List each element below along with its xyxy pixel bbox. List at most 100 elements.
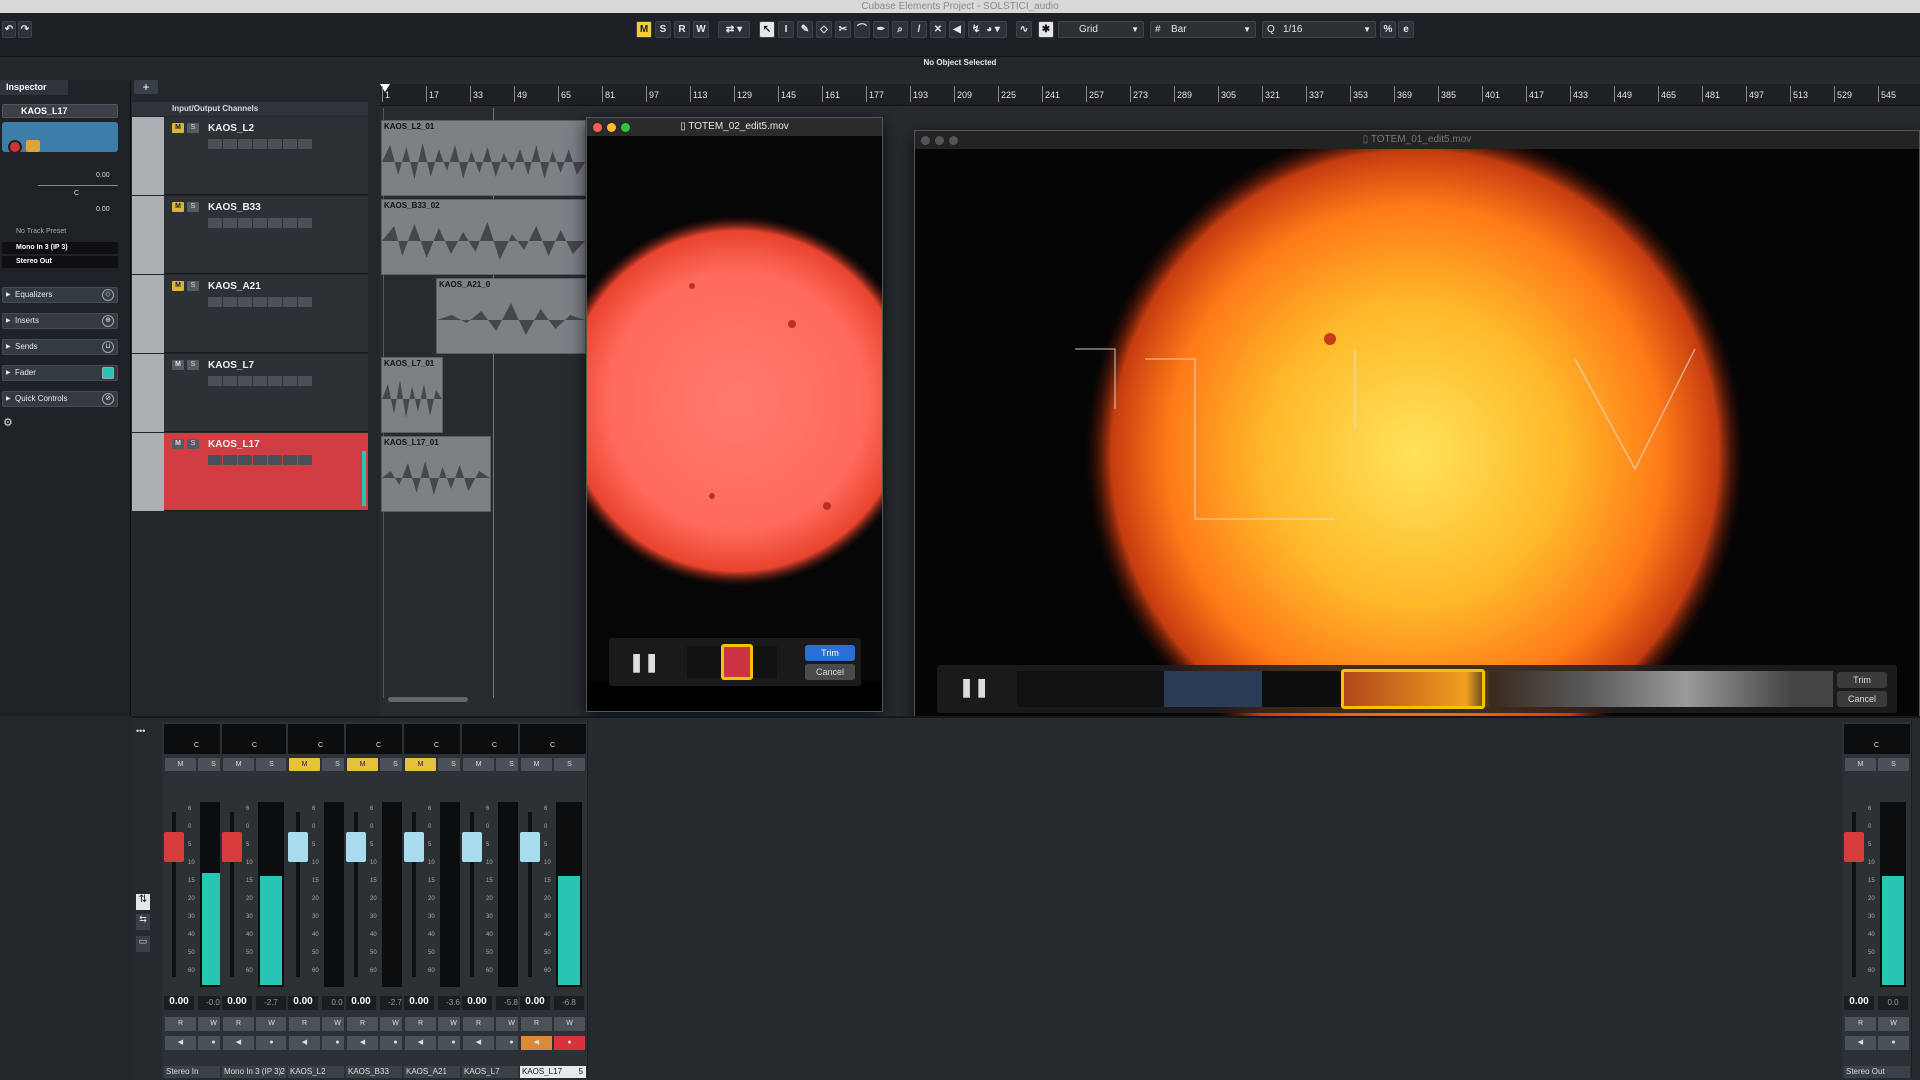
fader-value[interactable]: 0.00 bbox=[346, 996, 376, 1010]
monitor-button[interactable]: ◀ bbox=[463, 1036, 494, 1050]
track-buttons[interactable] bbox=[208, 376, 356, 386]
channel-write-button[interactable]: W bbox=[554, 1017, 585, 1031]
horizontal-scrollbar[interactable] bbox=[388, 697, 468, 702]
channel-solo-button[interactable]: S bbox=[256, 758, 287, 771]
output-routing[interactable]: Stereo Out bbox=[2, 256, 118, 268]
fader-value[interactable]: 0.00 bbox=[222, 996, 252, 1010]
channel-solo-button[interactable]: S bbox=[1878, 758, 1909, 771]
cancel-button[interactable]: Cancel bbox=[1837, 691, 1887, 707]
monitor-button[interactable]: ◀ bbox=[289, 1036, 320, 1050]
mixer-meter-icon[interactable]: ▭ bbox=[136, 936, 150, 952]
pan-control[interactable]: C bbox=[222, 724, 288, 754]
audio-clip[interactable]: KAOS_L17_01 bbox=[381, 436, 491, 512]
fader-value[interactable]: 0.00 bbox=[462, 996, 492, 1010]
quantize-settings-icon[interactable]: e bbox=[1398, 21, 1414, 38]
zoom-icon[interactable] bbox=[949, 136, 958, 145]
monitor-button[interactable]: ◀ bbox=[521, 1036, 552, 1050]
channel-mute-button[interactable]: M bbox=[521, 758, 552, 771]
track-mute-button[interactable]: M bbox=[172, 360, 184, 370]
erase-tool-icon[interactable]: ◇ bbox=[816, 21, 832, 38]
pause-icon[interactable]: ❚❚ bbox=[629, 652, 659, 673]
track-mute-button[interactable]: M bbox=[172, 202, 184, 212]
audio-clip[interactable]: KAOS_L2_01 bbox=[381, 120, 586, 196]
track-solo-button[interactable]: S bbox=[187, 281, 199, 291]
cancel-button[interactable]: Cancel bbox=[805, 664, 855, 680]
channel-read-button[interactable]: R bbox=[223, 1017, 254, 1031]
redo-icon[interactable]: ↷ bbox=[18, 21, 32, 38]
color-tool-icon[interactable]: ◕ ▾ bbox=[979, 21, 1007, 38]
track-row[interactable]: MS KAOS_L7 bbox=[132, 354, 368, 432]
fader-handle[interactable] bbox=[164, 832, 184, 862]
zoom-icon[interactable] bbox=[621, 123, 630, 132]
video-title-bar[interactable]: ▯ TOTEM_02_edit5.mov bbox=[587, 118, 882, 136]
channel-mute-button[interactable]: M bbox=[223, 758, 254, 771]
trim-button[interactable]: Trim bbox=[805, 645, 855, 661]
inspector-track-name[interactable]: KAOS_L17 bbox=[2, 104, 118, 118]
settings-gear-icon[interactable]: ⚙ bbox=[3, 416, 13, 429]
track-buttons[interactable] bbox=[208, 455, 356, 465]
autoscroll-icon[interactable]: ⇄ ▾ bbox=[718, 21, 750, 38]
track-row[interactable]: MS KAOS_B33 bbox=[132, 196, 368, 274]
channel-name[interactable]: Stereo Out bbox=[1844, 1066, 1910, 1078]
solo-button[interactable]: S bbox=[655, 21, 671, 38]
mixer-routing-icon[interactable]: ⇆ bbox=[136, 914, 150, 930]
audio-clip[interactable]: KAOS_L7_01 bbox=[381, 357, 443, 433]
line-tool-icon[interactable]: / bbox=[911, 21, 927, 38]
channel-read-button[interactable]: R bbox=[463, 1017, 494, 1031]
trim-range[interactable] bbox=[1341, 669, 1485, 709]
track-solo-button[interactable]: S bbox=[187, 360, 199, 370]
audio-clip[interactable]: KAOS_B33_02 bbox=[381, 199, 586, 275]
track-mute-button[interactable]: M bbox=[172, 123, 184, 133]
track-buttons[interactable] bbox=[208, 297, 356, 307]
close-icon[interactable] bbox=[593, 123, 602, 132]
channel-write-button[interactable]: W bbox=[1878, 1017, 1909, 1031]
section-equalizers[interactable]: Equalizers ◇ bbox=[2, 287, 118, 303]
channel-read-button[interactable]: R bbox=[1845, 1017, 1876, 1031]
channel-mute-button[interactable]: M bbox=[289, 758, 320, 771]
range-tool-icon[interactable]: I bbox=[778, 21, 794, 38]
glue-tool-icon[interactable]: ⌒ bbox=[854, 21, 870, 38]
track-preset[interactable]: No Track Preset bbox=[2, 228, 118, 240]
channel-solo-button[interactable]: S bbox=[554, 758, 585, 771]
snap-on-icon[interactable]: ✱ bbox=[1038, 21, 1054, 38]
write-button[interactable]: W bbox=[693, 21, 709, 38]
mute-button[interactable]: M bbox=[636, 21, 652, 38]
fader-handle[interactable] bbox=[1844, 832, 1864, 862]
channel-name[interactable]: Mono In 3 (IP 3) 2 bbox=[222, 1066, 288, 1078]
channel-read-button[interactable]: R bbox=[347, 1017, 378, 1031]
close-icon[interactable] bbox=[921, 136, 930, 145]
monitor-button[interactable]: ◀ bbox=[223, 1036, 254, 1050]
pencil-tool-icon[interactable]: ✎ bbox=[797, 21, 813, 38]
mute-tool-icon[interactable]: ✕ bbox=[930, 21, 946, 38]
track-buttons[interactable] bbox=[208, 218, 356, 228]
fader-value[interactable]: 0.00 bbox=[288, 996, 318, 1010]
fader-handle[interactable] bbox=[222, 832, 242, 862]
fader-handle[interactable] bbox=[346, 832, 366, 862]
split-tool-icon[interactable]: ✂ bbox=[835, 21, 851, 38]
quantize-apply-icon[interactable]: % bbox=[1380, 21, 1396, 38]
timeline-ruler[interactable]: 1 17 33 49 65 81 97 113 129 145 161 177 193 209 225 241… bbox=[380, 84, 1920, 106]
section-sends[interactable]: Sends ⊔ bbox=[2, 339, 118, 355]
record-button[interactable]: ● bbox=[256, 1036, 287, 1050]
input-routing[interactable]: Mono In 3 (IP 3) bbox=[2, 242, 118, 254]
trim-button[interactable]: Trim bbox=[1837, 672, 1887, 688]
mixer-menu-icon[interactable]: ••• bbox=[136, 726, 145, 736]
pan-control[interactable]: C bbox=[520, 724, 586, 754]
track-mute-button[interactable]: M bbox=[172, 439, 184, 449]
record-button[interactable]: ● bbox=[1878, 1036, 1909, 1050]
inspector-tab[interactable]: Inspector bbox=[0, 80, 68, 95]
section-quick-controls[interactable]: Quick Controls ⊘ bbox=[2, 391, 118, 407]
record-button[interactable]: ● bbox=[554, 1036, 585, 1050]
mixer-link-icon[interactable]: ⇅ bbox=[136, 894, 150, 910]
channel-read-button[interactable]: R bbox=[165, 1017, 196, 1031]
object-select-tool-icon[interactable]: ↖ bbox=[759, 21, 775, 38]
audio-clip[interactable]: KAOS_A21_0 bbox=[436, 278, 586, 354]
folder-track[interactable]: Input/Output Channels bbox=[132, 102, 368, 116]
section-fader[interactable]: Fader bbox=[2, 365, 118, 381]
track-row-selected[interactable]: MS KAOS_L17 bbox=[132, 433, 368, 511]
track-row[interactable]: MS KAOS_L2 bbox=[132, 117, 368, 195]
speaker-tool-icon[interactable]: ◀ bbox=[949, 21, 965, 38]
channel-mute-button[interactable]: M bbox=[463, 758, 494, 771]
channel-mute-button[interactable]: M bbox=[165, 758, 196, 771]
fader-handle[interactable] bbox=[404, 832, 424, 862]
